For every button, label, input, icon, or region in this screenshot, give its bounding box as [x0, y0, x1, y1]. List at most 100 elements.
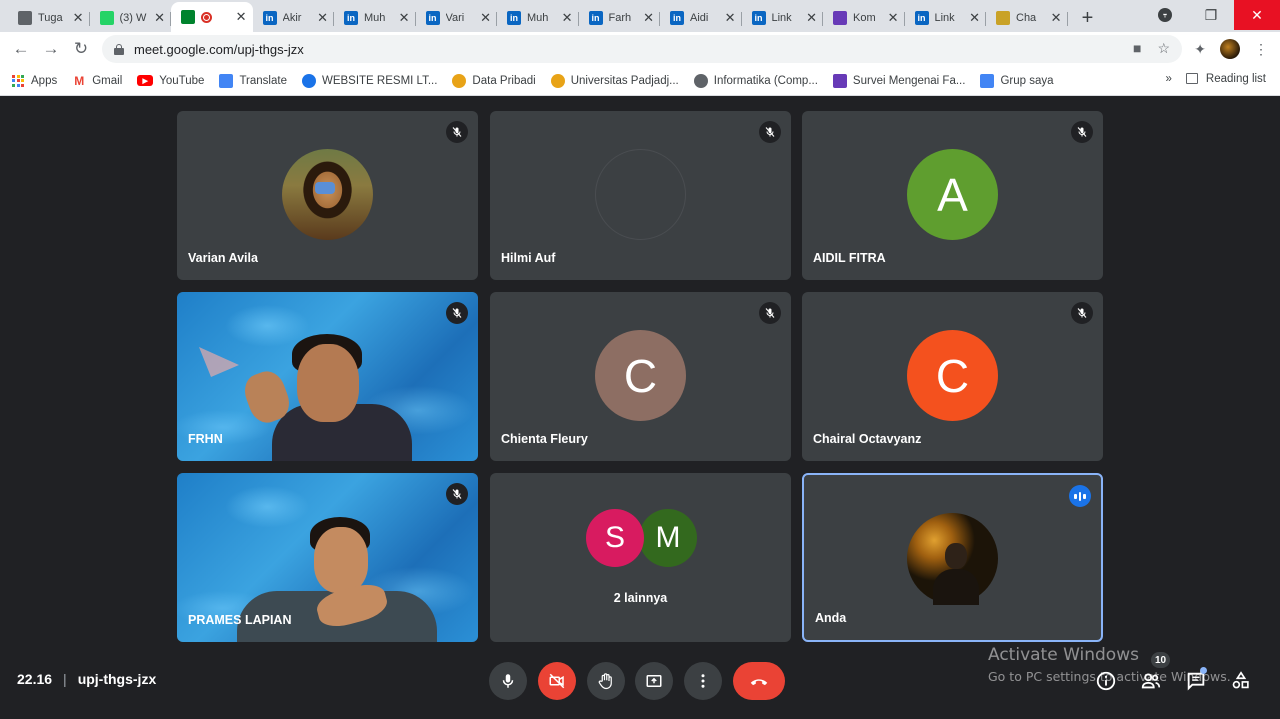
meeting-controls-bar: 22.16 | upj-thgs-jzx 10	[0, 648, 1280, 719]
bookmark-item[interactable]: Universitas Padjadj...	[550, 73, 679, 88]
close-tab-icon[interactable]: ✕	[888, 10, 899, 26]
participant-tile[interactable]: FRHN	[177, 292, 478, 461]
meeting-info: 22.16 | upj-thgs-jzx	[17, 671, 156, 687]
bookmark-item[interactable]: Apps	[12, 74, 58, 87]
new-tab-button[interactable]: +	[1074, 4, 1102, 32]
linkedin-icon: in	[425, 11, 440, 25]
menu-icon[interactable]: ⋮	[1254, 41, 1268, 58]
camera-off-button[interactable]	[538, 662, 576, 700]
reading-list-button[interactable]: Reading list	[1185, 73, 1266, 85]
browser-tab[interactable]: in Vari ✕	[416, 4, 498, 32]
bookmark-item[interactable]: Survei Mengenai Fa...	[832, 73, 966, 88]
bookmark-item[interactable]: M Gmail	[72, 74, 122, 88]
close-tab-icon[interactable]: ✕	[480, 10, 491, 26]
activities-button[interactable]	[1230, 670, 1252, 692]
browser-tab[interactable]: Cha ✕	[986, 4, 1068, 32]
browser-tab[interactable]: (3) W ✕	[90, 4, 172, 32]
window-controls: ─ ❐ ✕	[1142, 0, 1280, 32]
hand-icon	[598, 673, 612, 690]
participant-tile[interactable]: C Chairal Octavyanz	[802, 292, 1103, 461]
bookmark-item[interactable]: Translate	[219, 73, 287, 88]
browser-tab[interactable]: in Akir ✕	[253, 4, 335, 32]
tab-title: Link	[771, 12, 792, 24]
participant-tile[interactable]: A AIDIL FITRA	[802, 111, 1103, 280]
browser-tab[interactable]: in Farh ✕	[579, 4, 661, 32]
profile-avatar[interactable]	[1220, 39, 1240, 59]
tab-title: Cha	[1016, 12, 1037, 24]
close-tab-icon[interactable]: ✕	[806, 10, 817, 26]
minimize-button[interactable]: ─	[1142, 0, 1188, 30]
linkedin-icon: in	[588, 11, 603, 25]
forms-icon	[833, 11, 847, 25]
tab-title: Akir	[282, 12, 302, 24]
participant-tile[interactable]: Varian Avila	[177, 111, 478, 280]
close-tab-icon[interactable]: ✕	[643, 10, 654, 26]
participant-photo	[282, 149, 373, 240]
close-tab-icon[interactable]: ✕	[154, 10, 165, 26]
close-tab-icon[interactable]: ✕	[562, 10, 573, 26]
extensions-icon[interactable]: ✦	[1194, 41, 1206, 58]
forward-button[interactable]: →	[36, 39, 66, 59]
bookmark-item[interactable]: Data Pribadi	[452, 73, 536, 88]
browser-tab[interactable]: in Muh ✕	[497, 4, 579, 32]
participant-count-badge: 10	[1151, 652, 1170, 668]
bookmark-label: Grup saya	[1000, 74, 1054, 87]
microphone-button[interactable]	[489, 662, 527, 700]
browser-tab[interactable]: Kom ✕	[823, 4, 905, 32]
browser-tab[interactable]: ✕	[171, 2, 253, 32]
close-tab-icon[interactable]: ✕	[1051, 10, 1062, 26]
restore-button[interactable]: ❐	[1188, 0, 1234, 30]
bookmark-item[interactable]: ▶ YouTube	[137, 75, 204, 87]
apps-grid-icon	[12, 74, 24, 87]
bookmark-label: Apps	[31, 74, 58, 87]
back-button[interactable]: ←	[6, 39, 36, 59]
participant-photo	[907, 513, 998, 605]
participant-name: Chienta Fleury	[501, 432, 588, 446]
browser-tab[interactable]: Tuga ✕	[8, 4, 90, 32]
browser-tab[interactable]: in Link ✕	[742, 4, 824, 32]
tab-title: Kom	[853, 12, 876, 24]
close-tab-icon[interactable]: ✕	[317, 10, 328, 26]
bookmark-item[interactable]: WEBSITE RESMI LT...	[301, 73, 437, 88]
bookmark-star-icon[interactable]: ☆	[1157, 40, 1170, 57]
participants-button[interactable]	[1140, 670, 1162, 692]
bookmark-label: Universitas Padjadj...	[570, 74, 679, 87]
close-tab-icon[interactable]: ✕	[399, 10, 410, 26]
bookmark-item[interactable]: Grup saya	[980, 73, 1054, 88]
meeting-details-button[interactable]	[1095, 670, 1117, 692]
more-bookmarks-button[interactable]: »	[1166, 73, 1172, 85]
browser-tab[interactable]: in Aidi ✕	[660, 4, 742, 32]
raise-hand-button[interactable]	[587, 662, 625, 700]
present-screen-button[interactable]	[635, 662, 673, 700]
bookmark-label: Data Pribadi	[472, 74, 536, 87]
bookmark-item[interactable]: Informatika (Comp...	[693, 73, 818, 88]
participant-initial-avatar: C	[907, 330, 998, 421]
bookmark-label: Survei Mengenai Fa...	[852, 74, 966, 87]
leave-call-button[interactable]	[733, 662, 785, 700]
close-tab-icon[interactable]: ✕	[236, 9, 247, 25]
others-tile[interactable]: SM 2 lainnya	[490, 473, 791, 642]
participant-tile[interactable]: PRAMES LAPIAN	[177, 473, 478, 642]
camera-in-use-icon[interactable]: ■	[1133, 40, 1141, 57]
address-bar[interactable]: meet.google.com/upj-thgs-jzx ■ ☆	[102, 35, 1182, 63]
meeting-code: upj-thgs-jzx	[77, 671, 157, 687]
gmail-icon: M	[74, 73, 85, 88]
bookmark-label: Translate	[239, 74, 287, 87]
reload-button[interactable]: ↻	[66, 39, 96, 59]
info-icon	[1096, 671, 1116, 691]
close-tab-icon[interactable]: ✕	[725, 10, 736, 26]
more-options-button[interactable]	[684, 662, 722, 700]
tab-strip: Tuga ✕ (3) W ✕ ✕ in Akir ✕ in Muh ✕ in Vari ✕ in Muh ✕ in…	[0, 0, 1280, 32]
close-tab-icon[interactable]: ✕	[73, 10, 84, 26]
close-tab-icon[interactable]: ✕	[969, 10, 980, 26]
more-vert-icon	[701, 674, 705, 688]
participant-tile[interactable]: C Chienta Fleury	[490, 292, 791, 461]
close-window-button[interactable]: ✕	[1234, 0, 1280, 30]
tab-title: Tuga	[38, 12, 63, 24]
browser-tab[interactable]: in Link ✕	[905, 4, 987, 32]
participant-tile[interactable]: Anda	[802, 473, 1103, 642]
other-participant-avatar: S	[586, 509, 644, 567]
participant-tile[interactable]: Hilmi Auf	[490, 111, 791, 280]
browser-tab[interactable]: in Muh ✕	[334, 4, 416, 32]
chat-logo-icon	[996, 11, 1010, 25]
